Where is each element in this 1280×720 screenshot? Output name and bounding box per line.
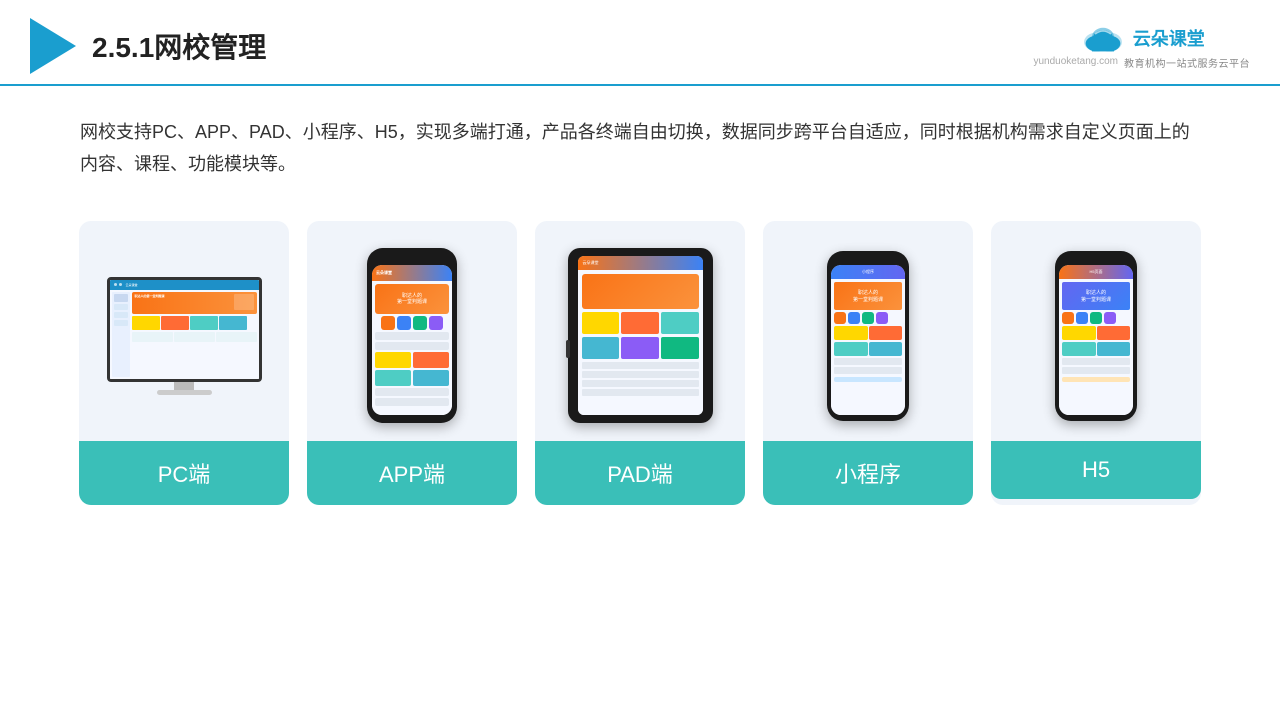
card-pc-label: PC端 <box>79 441 289 505</box>
card-app-image: 云朵课堂 职达人的第一堂判题课 <box>307 221 517 441</box>
app-phone-mockup: 云朵课堂 职达人的第一堂判题课 <box>367 248 457 423</box>
card-pad-label: PAD端 <box>535 441 745 505</box>
card-app: 云朵课堂 职达人的第一堂判题课 <box>307 221 517 505</box>
card-h5-image: H5页面 职达人的第一堂判题课 <box>991 221 1201 441</box>
h5-phone-mockup: H5页面 职达人的第一堂判题课 <box>1055 251 1137 421</box>
card-miniprogram-image: 小程序 职达人的第一堂判题课 <box>763 221 973 441</box>
logo-triangle-icon <box>30 18 76 74</box>
cards-container: 云朵课堂 职达人的第一堂判题课 <box>0 191 1280 535</box>
card-app-label: APP端 <box>307 441 517 505</box>
card-pad: 云朵课堂 <box>535 221 745 505</box>
miniprogram-phone-mockup: 小程序 职达人的第一堂判题课 <box>827 251 909 421</box>
brand-section: 云朵课堂 yunduoketang.com 教育机构一站式服务云平台 <box>1033 23 1250 70</box>
description-text: 网校支持PC、APP、PAD、小程序、H5，实现多端打通，产品各终端自由切换，数… <box>0 86 1280 191</box>
page-title: 2.5.1网校管理 <box>92 26 266 66</box>
pc-screen: 云朵课堂 职达人的第一堂判题课 <box>107 277 262 382</box>
cloud-icon <box>1079 23 1127 53</box>
card-pad-image: 云朵课堂 <box>535 221 745 441</box>
brand-name: 云朵课堂 <box>1133 25 1205 51</box>
pc-mockup: 云朵课堂 职达人的第一堂判题课 <box>99 277 269 395</box>
pad-tablet-mockup: 云朵课堂 <box>568 248 713 423</box>
brand-url: yunduoketang.com <box>1033 56 1118 67</box>
card-pc-image: 云朵课堂 职达人的第一堂判题课 <box>79 221 289 441</box>
description-paragraph: 网校支持PC、APP、PAD、小程序、H5，实现多端打通，产品各终端自由切换，数… <box>80 116 1200 181</box>
card-h5-label: H5 <box>991 441 1201 499</box>
brand-logo: 云朵课堂 <box>1079 23 1205 53</box>
header-left: 2.5.1网校管理 <box>30 18 266 74</box>
card-miniprogram: 小程序 职达人的第一堂判题课 <box>763 221 973 505</box>
brand-tagline: 教育机构一站式服务云平台 <box>1124 55 1250 70</box>
card-h5: H5页面 职达人的第一堂判题课 <box>991 221 1201 505</box>
card-miniprogram-label: 小程序 <box>763 441 973 505</box>
header: 2.5.1网校管理 云朵课堂 yunduoketang.com 教育机构一站式服… <box>0 0 1280 86</box>
card-pc: 云朵课堂 职达人的第一堂判题课 <box>79 221 289 505</box>
